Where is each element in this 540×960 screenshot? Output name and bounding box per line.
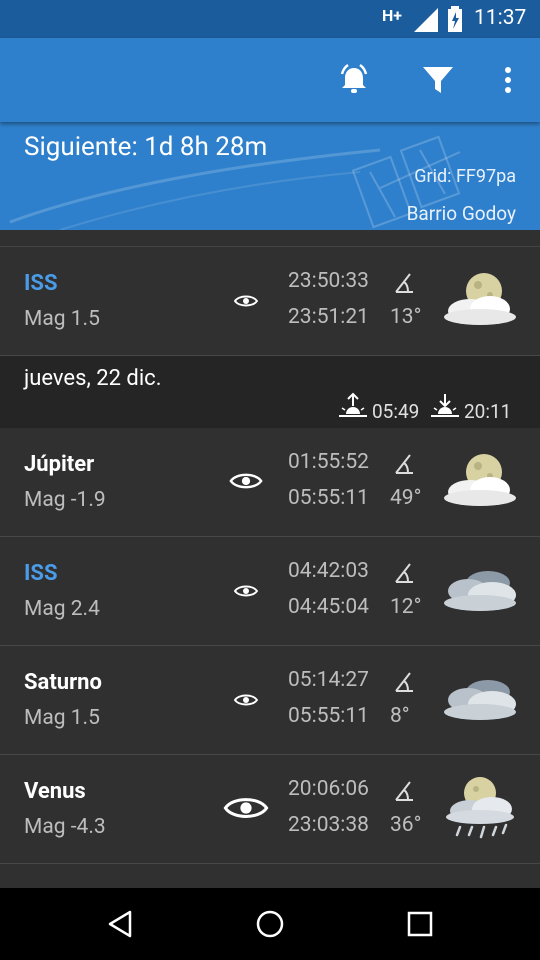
start-time: 23:50:33 <box>288 269 369 293</box>
clock: 11:37 <box>474 6 527 30</box>
magnitude: Mag 1.5 <box>24 706 100 730</box>
pass-row[interactable]: Saturno Mag 1.5 05:14:27 05:55:11 8° <box>0 646 540 755</box>
next-pass-countdown: Siguiente: 1d 8h 28m <box>24 132 268 162</box>
eye-icon <box>234 295 258 307</box>
end-time: 05:55:11 <box>288 486 369 510</box>
end-time: 05:55:11 <box>288 704 369 728</box>
status-bar: H+ 11:37 <box>0 0 540 38</box>
sunset-time: 20:11 <box>464 400 512 423</box>
pass-row[interactable]: Venus Mag -4.3 20:06:06 23:03:38 36° <box>0 755 540 864</box>
location-name: Barrio Godoy <box>406 202 516 225</box>
cloudy-icon <box>444 680 516 720</box>
angle-icon <box>395 781 413 801</box>
angle-icon <box>395 672 413 692</box>
end-time: 23:03:38 <box>288 813 369 837</box>
sunrise-icon <box>339 392 367 417</box>
home-button[interactable] <box>250 906 290 942</box>
magnitude: Mag -4.3 <box>24 815 106 839</box>
start-time: 20:06:06 <box>288 777 369 801</box>
alarm-button[interactable] <box>334 60 374 100</box>
object-name: Júpiter <box>24 452 95 477</box>
pass-row[interactable]: ISS Mag 2.4 04:42:03 04:45:04 12° <box>0 537 540 646</box>
max-elevation: 49° <box>390 486 422 510</box>
object-name: Venus <box>24 779 86 804</box>
object-name: Saturno <box>24 670 102 695</box>
max-elevation: 8° <box>390 704 410 728</box>
signal-icon <box>414 8 438 36</box>
magnitude: Mag 1.5 <box>24 307 100 331</box>
sunset-icon <box>431 394 459 417</box>
eye-icon <box>223 798 269 818</box>
start-time: 05:14:27 <box>288 668 369 692</box>
app-bar <box>0 38 540 122</box>
partly-cloudy-night-icon <box>444 454 516 506</box>
object-name: ISS <box>24 561 58 586</box>
recents-icon <box>407 911 433 937</box>
list-spacer <box>0 230 540 247</box>
max-elevation: 12° <box>390 595 422 619</box>
eye-icon <box>234 694 258 706</box>
alarm-icon <box>340 63 368 93</box>
pass-row[interactable]: Júpiter Mag -1.9 01:55:52 05:55:11 49° <box>0 428 540 537</box>
max-elevation: 36° <box>390 813 422 837</box>
grid-locator: Grid: FF97pa <box>414 166 516 187</box>
angle-icon <box>395 563 413 583</box>
network-type: H+ <box>382 6 403 25</box>
angle-icon <box>395 454 413 474</box>
pass-row[interactable]: ISS Mag 1.5 23:50:33 23:51:21 13° <box>0 247 540 356</box>
day-date: jueves, 22 dic. <box>24 366 162 391</box>
navigation-bar <box>0 888 540 960</box>
back-button[interactable] <box>100 906 140 942</box>
overflow-menu-button[interactable] <box>488 60 528 100</box>
start-time: 04:42:03 <box>288 559 369 583</box>
eye-icon <box>234 585 258 597</box>
recents-button[interactable] <box>400 906 440 942</box>
partly-cloudy-night-icon <box>444 273 516 325</box>
end-time: 04:45:04 <box>288 595 369 619</box>
home-icon <box>256 910 284 938</box>
rain-night-icon <box>446 777 514 839</box>
eye-icon <box>229 473 263 489</box>
cloudy-icon <box>444 571 516 611</box>
next-pass-header: Siguiente: 1d 8h 28m Grid: FF97pa Barrio… <box>0 122 540 230</box>
filter-icon <box>423 67 453 93</box>
magnitude: Mag 2.4 <box>24 597 100 621</box>
magnitude: Mag -1.9 <box>24 488 106 512</box>
back-icon <box>108 910 132 938</box>
angle-icon <box>395 273 413 293</box>
filter-button[interactable] <box>418 60 458 100</box>
sunrise-time: 05:49 <box>372 400 420 423</box>
object-name: ISS <box>24 271 58 296</box>
battery-icon <box>448 6 464 36</box>
start-time: 01:55:52 <box>288 450 369 474</box>
day-header: jueves, 22 dic. 05:49 20:11 <box>0 356 540 428</box>
max-elevation: 13° <box>390 305 422 329</box>
more-vert-icon <box>505 67 511 93</box>
end-time: 23:51:21 <box>288 305 369 329</box>
